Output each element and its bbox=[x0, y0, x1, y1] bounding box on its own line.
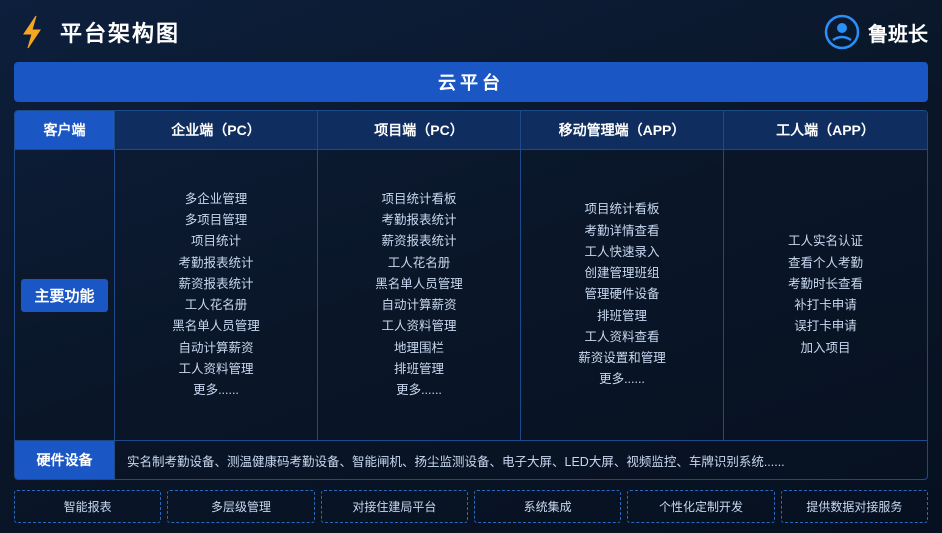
worker-content: 工人实名认证 查看个人考勤 考勤时长查看 补打卡申请 误打卡申请 加入项目 bbox=[788, 231, 863, 359]
tag-item: 提供数据对接服务 bbox=[781, 490, 928, 523]
page-wrapper: 平台架构图 鲁班长 云平台 客户端 企业端（PC） 项目端（PC） 移动管理端（… bbox=[0, 0, 942, 533]
hardware-label: 硬件设备 bbox=[15, 441, 115, 479]
col-header-mobile: 移动管理端（APP） bbox=[521, 111, 724, 149]
logo-icon bbox=[14, 14, 50, 50]
main-table: 客户端 企业端（PC） 项目端（PC） 移动管理端（APP） 工人端（APP） … bbox=[14, 110, 928, 480]
hardware-content: 实名制考勤设备、测温健康码考勤设备、智能闸机、扬尘监测设备、电子大屏、LED大屏… bbox=[115, 441, 927, 479]
col-header-client: 客户端 bbox=[15, 111, 115, 149]
cell-client-label: 主要功能 bbox=[15, 150, 115, 440]
col-header-project: 项目端（PC） bbox=[318, 111, 521, 149]
brand-name: 鲁班长 bbox=[868, 18, 928, 47]
project-content: 项目统计看板 考勤报表统计 薪资报表统计 工人花名册 黑名单人员管理 自动计算薪… bbox=[375, 189, 463, 402]
content-row: 主要功能 多企业管理 多项目管理 项目统计 考勤报表统计 薪资报表统计 工人花名… bbox=[15, 150, 927, 440]
page-title: 平台架构图 bbox=[60, 16, 180, 48]
brand-icon bbox=[824, 14, 860, 50]
cell-worker: 工人实名认证 查看个人考勤 考勤时长查看 补打卡申请 误打卡申请 加入项目 bbox=[724, 150, 927, 440]
header-left: 平台架构图 bbox=[14, 14, 180, 50]
tag-item: 系统集成 bbox=[474, 490, 621, 523]
brand-logo: 鲁班长 bbox=[824, 14, 928, 50]
tag-item: 多层级管理 bbox=[167, 490, 314, 523]
col-headers: 客户端 企业端（PC） 项目端（PC） 移动管理端（APP） 工人端（APP） bbox=[15, 111, 927, 150]
enterprise-content: 多企业管理 多项目管理 项目统计 考勤报表统计 薪资报表统计 工人花名册 黑名单… bbox=[172, 189, 260, 402]
col-header-worker: 工人端（APP） bbox=[724, 111, 927, 149]
cell-enterprise: 多企业管理 多项目管理 项目统计 考勤报表统计 薪资报表统计 工人花名册 黑名单… bbox=[115, 150, 318, 440]
cell-mobile: 项目统计看板 考勤详情查看 工人快速录入 创建管理班组 管理硬件设备 排班管理 … bbox=[521, 150, 724, 440]
main-function-label: 主要功能 bbox=[21, 279, 108, 312]
header: 平台架构图 鲁班长 bbox=[14, 10, 928, 54]
tags-row: 智能报表多层级管理对接住建局平台系统集成个性化定制开发提供数据对接服务 bbox=[14, 490, 928, 523]
cloud-bar: 云平台 bbox=[14, 62, 928, 102]
tag-item: 个性化定制开发 bbox=[627, 490, 774, 523]
mobile-content: 项目统计看板 考勤详情查看 工人快速录入 创建管理班组 管理硬件设备 排班管理 … bbox=[578, 199, 666, 390]
tag-item: 对接住建局平台 bbox=[321, 490, 468, 523]
tag-item: 智能报表 bbox=[14, 490, 161, 523]
hardware-row: 硬件设备 实名制考勤设备、测温健康码考勤设备、智能闸机、扬尘监测设备、电子大屏、… bbox=[15, 440, 927, 479]
col-header-enterprise: 企业端（PC） bbox=[115, 111, 318, 149]
cell-project: 项目统计看板 考勤报表统计 薪资报表统计 工人花名册 黑名单人员管理 自动计算薪… bbox=[318, 150, 521, 440]
